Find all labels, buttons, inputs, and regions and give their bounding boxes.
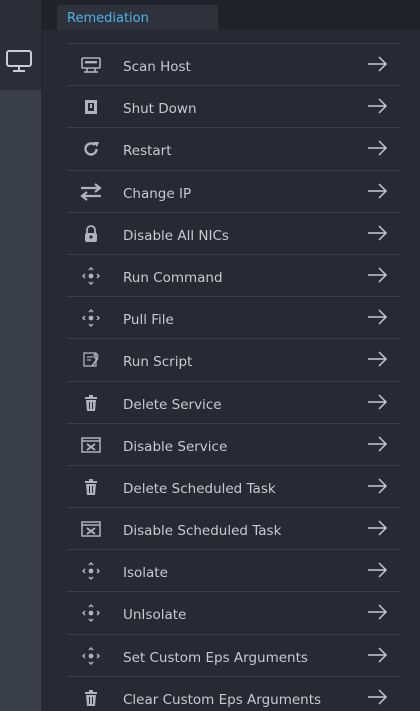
disable-box-icon [79, 435, 103, 455]
action-label: Scan Host [123, 59, 191, 75]
action-row-run-script[interactable]: Run Script [67, 338, 401, 380]
trash-icon [79, 393, 103, 413]
trash-icon [79, 688, 103, 708]
arrow-right-icon[interactable] [367, 519, 389, 537]
action-row-unisolate[interactable]: UnIsolate [67, 591, 401, 633]
action-row-delete-scheduled-task[interactable]: Delete Scheduled Task [67, 464, 401, 507]
action-label: Run Command [123, 269, 223, 286]
action-label: UnIsolate [123, 607, 187, 624]
action-row-disable-scheduled-task[interactable]: Disable Scheduled Task [67, 507, 401, 549]
action-label: Delete Scheduled Task [123, 480, 276, 497]
arrow-right-icon[interactable] [367, 646, 389, 664]
action-row-disable-service[interactable]: Disable Service [67, 422, 401, 465]
arrow-right-icon[interactable] [367, 139, 389, 157]
lock-icon [79, 224, 103, 244]
action-label: Restart [123, 143, 172, 160]
action-row-set-custom-eps-arguments[interactable]: Set Custom Eps Arguments [67, 633, 401, 676]
action-label: Shut Down [123, 101, 197, 118]
arrow-right-icon[interactable] [367, 182, 389, 200]
arrow-right-icon[interactable] [367, 97, 389, 115]
action-row-shut-down[interactable]: Shut Down [67, 85, 401, 127]
action-label: Clear Custom Eps Arguments [123, 691, 322, 708]
action-row-isolate[interactable]: Isolate [67, 549, 401, 591]
action-row-delete-service[interactable]: Delete Service [67, 380, 401, 423]
action-label: Change IP [123, 185, 192, 202]
action-label: Disable Service [123, 438, 228, 455]
sidebar-active-section [0, 0, 41, 90]
disable-box-icon [79, 519, 103, 539]
script-icon [79, 350, 103, 370]
pull-file-icon [79, 308, 103, 328]
unisolate-icon [79, 603, 103, 623]
action-label: Set Custom Eps Arguments [123, 649, 308, 666]
action-label: Delete Service [123, 396, 222, 413]
arrow-right-icon[interactable] [367, 266, 389, 284]
arrow-right-icon[interactable] [367, 393, 389, 411]
remediation-actions-list: Scan Host Shut Down Restart Change IP Disabl… [67, 43, 401, 711]
monitor-icon[interactable] [4, 47, 34, 75]
arrow-right-icon[interactable] [367, 224, 389, 242]
action-label: Isolate [123, 565, 168, 582]
action-label: Pull File [123, 312, 174, 329]
action-row-disable-all-nics[interactable]: Disable All NICs [67, 211, 401, 254]
tab-label: Remediation [67, 11, 149, 26]
main-content: Remediation Scan Host Shut Down Restart Cha… [41, 0, 420, 711]
action-row-pull-file[interactable]: Pull File [67, 296, 401, 338]
arrow-right-icon[interactable] [367, 561, 389, 579]
isolate-icon [79, 561, 103, 581]
shutdown-icon [79, 97, 103, 117]
tab-remediation[interactable]: Remediation [57, 5, 218, 30]
tab-bar: Remediation [41, 0, 420, 30]
action-label: Disable All NICs [123, 227, 229, 244]
action-row-clear-custom-eps-arguments[interactable]: Clear Custom Eps Arguments [67, 675, 401, 711]
change-ip-icon [79, 182, 103, 202]
trash-icon [79, 477, 103, 497]
arrow-right-icon[interactable] [367, 603, 389, 621]
scan-host-icon [79, 55, 103, 75]
action-row-change-ip[interactable]: Change IP [67, 169, 401, 212]
arrow-right-icon[interactable] [367, 688, 389, 706]
left-sidebar [0, 0, 41, 711]
action-label: Disable Scheduled Task [123, 523, 282, 540]
action-row-run-command[interactable]: Run Command [67, 253, 401, 296]
arrow-right-icon[interactable] [367, 55, 389, 73]
action-label: Run Script [123, 354, 193, 371]
restart-icon [79, 139, 103, 159]
set-arguments-icon [79, 646, 103, 666]
arrow-right-icon[interactable] [367, 308, 389, 326]
arrow-right-icon[interactable] [367, 350, 389, 368]
action-row-restart[interactable]: Restart [67, 127, 401, 169]
command-icon [79, 266, 103, 286]
action-row-scan-host[interactable]: Scan Host [67, 43, 401, 85]
arrow-right-icon[interactable] [367, 435, 389, 453]
arrow-right-icon[interactable] [367, 477, 389, 495]
